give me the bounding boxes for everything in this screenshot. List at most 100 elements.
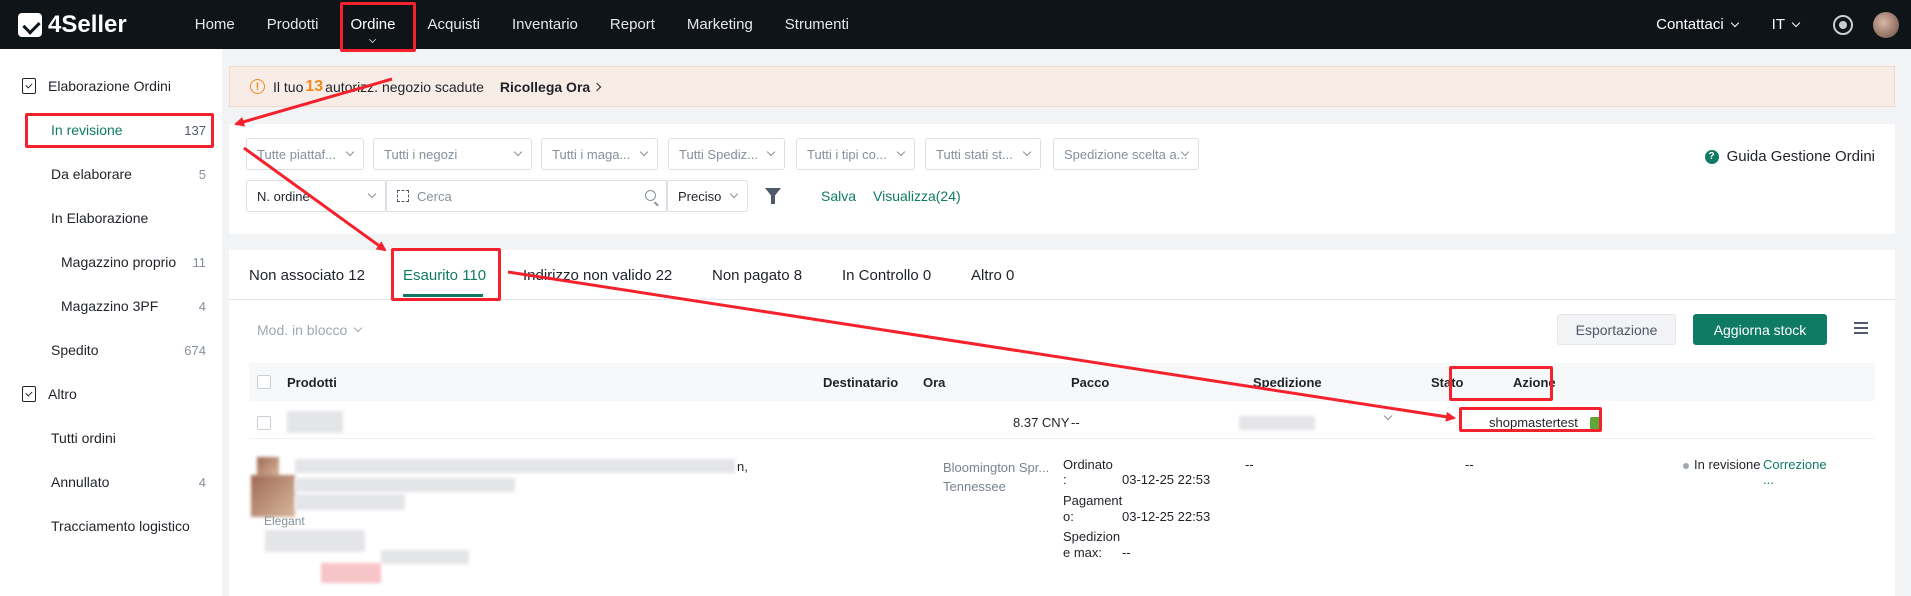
search-input[interactable]: Cerca xyxy=(386,180,667,212)
sidebar-item-tracking[interactable]: Tracciamento logistico xyxy=(0,504,222,548)
redacted-shipping-method xyxy=(1239,416,1315,430)
tab-unpaid[interactable]: Non pagato 8 xyxy=(712,267,802,284)
col-package: Pacco xyxy=(1071,375,1110,390)
order-summary-row: 8.37 CNY -- shopmastertest xyxy=(249,407,1875,439)
recipient-state: Tennessee xyxy=(943,479,1006,494)
filter-panel: Tutte piattaf... Tutti i negozi Tutti i … xyxy=(229,124,1895,234)
scan-icon[interactable] xyxy=(397,190,409,202)
sidebar-item-all-orders[interactable]: Tutti ordini xyxy=(0,416,222,460)
order-field-select[interactable]: N. ordine xyxy=(246,180,386,212)
col-products: Prodotti xyxy=(287,375,337,390)
nav-marketing[interactable]: Marketing xyxy=(671,0,769,49)
redacted-order-id xyxy=(287,411,343,433)
sidebar-group-other[interactable]: Altro xyxy=(0,372,222,416)
avatar[interactable] xyxy=(1873,11,1899,38)
nav-inventory[interactable]: Inventario xyxy=(496,0,594,49)
export-button[interactable]: Esportazione xyxy=(1557,314,1676,345)
nav-purchases[interactable]: Acquisti xyxy=(411,0,496,49)
select-all-checkbox[interactable] xyxy=(257,375,271,389)
shop-name-label: shopmastertest xyxy=(1489,415,1578,430)
chevron-down-icon[interactable] xyxy=(1383,411,1393,421)
tab-invalid-address[interactable]: Indirizzo non valido 22 xyxy=(523,267,672,284)
nav-tools[interactable]: Strumenti xyxy=(769,0,865,49)
order-amount: 8.37 CNY xyxy=(1013,415,1070,430)
state-select-value: Tutti stati st... xyxy=(936,146,1013,162)
sidebar-item-shipped[interactable]: Spedito 674 xyxy=(0,328,222,372)
sidebar-item-label: Tutti ordini xyxy=(51,430,116,446)
sidebar-item-in-progress[interactable]: In Elaborazione xyxy=(0,196,222,240)
row-checkbox[interactable] xyxy=(257,416,271,430)
logo-icon xyxy=(18,12,42,37)
chosen-shipping-select-value: Spedizione scelta a... xyxy=(1064,146,1188,162)
nav-home[interactable]: Home xyxy=(179,0,251,49)
correction-link[interactable]: Correzione xyxy=(1763,457,1827,472)
sidebar-group-label: Altro xyxy=(48,386,77,402)
sidebar-item-in-review[interactable]: In revisione 137 xyxy=(0,108,222,152)
sidebar-item-to-process[interactable]: Da elaborare 5 xyxy=(0,152,222,196)
shipping-select[interactable]: Tutti Spediz... xyxy=(668,138,785,170)
language-menu[interactable]: IT xyxy=(1772,16,1801,33)
tab-unassociated[interactable]: Non associato 12 xyxy=(249,267,365,284)
sidebar-item-cancelled[interactable]: Annullato 4 xyxy=(0,460,222,504)
order-guide-link[interactable]: ? Guida Gestione Ordini xyxy=(1704,148,1875,165)
shipping-select-value: Tutti Spediz... xyxy=(679,146,758,162)
contact-menu[interactable]: Contattaci xyxy=(1656,16,1739,33)
platform-select[interactable]: Tutte piattaf... xyxy=(246,138,364,170)
ordered-label-colon: : xyxy=(1063,472,1067,487)
ordered-label: Ordinato xyxy=(1063,457,1113,472)
search-icon[interactable] xyxy=(645,190,656,201)
nav-products[interactable]: Prodotti xyxy=(251,0,335,49)
recipient-city: Bloomington Spr... xyxy=(943,460,1050,475)
redacted-product-qty xyxy=(381,550,469,564)
store-select[interactable]: Tutti i negozi xyxy=(373,138,532,170)
tab-in-control[interactable]: In Controllo 0 xyxy=(842,267,931,284)
status-label: In revisione xyxy=(1694,457,1761,472)
search-placeholder: Cerca xyxy=(417,188,452,204)
more-actions-link[interactable]: ... xyxy=(1763,472,1774,487)
contact-label: Contattaci xyxy=(1656,16,1724,33)
expired-auth-banner: ! Il tuo 13 autorizz. negozio scadute Ri… xyxy=(229,66,1895,107)
sidebar-item-label: Magazzino 3PF xyxy=(61,298,159,314)
match-select[interactable]: Preciso xyxy=(667,180,748,212)
orders-panel: Non associato 12 Esaurito 110 Indirizzo … xyxy=(229,250,1895,596)
order-package-summary: -- xyxy=(1071,415,1080,430)
sidebar-item-3pf-warehouse[interactable]: Magazzino 3PF 4 xyxy=(0,284,222,328)
bulk-edit-menu[interactable]: Mod. in blocco xyxy=(257,322,363,338)
chevron-right-icon xyxy=(592,82,602,91)
nav-order[interactable]: Ordine xyxy=(334,0,411,49)
type-select-value: Tutti i tipi co... xyxy=(807,146,887,162)
nav-report[interactable]: Report xyxy=(594,0,671,49)
warehouse-select[interactable]: Tutti i maga... xyxy=(541,138,658,170)
chevron-down-icon xyxy=(1791,18,1801,27)
sidebar-item-own-warehouse[interactable]: Magazzino proprio 11 xyxy=(0,240,222,284)
chevron-down-icon xyxy=(1730,18,1739,27)
max-shipping-time: -- xyxy=(1122,545,1131,560)
redacted-product-title xyxy=(295,478,515,492)
save-filter-link[interactable]: Salva xyxy=(821,188,856,204)
col-shipping: Spedizione xyxy=(1253,375,1322,390)
status-badge: In revisione xyxy=(1683,457,1760,472)
tab-out-of-stock[interactable]: Esaurito 110 xyxy=(403,267,486,284)
state-select[interactable]: Tutti stati st... xyxy=(925,138,1041,170)
bulk-edit-label: Mod. in blocco xyxy=(257,322,348,338)
filter-icon[interactable] xyxy=(765,188,781,204)
ordered-time: 03-12-25 22:53 xyxy=(1122,472,1211,487)
product-title-word: Elegant xyxy=(264,514,305,528)
update-stock-button[interactable]: Aggiorna stock xyxy=(1693,314,1827,345)
chevron-down-icon xyxy=(369,36,376,43)
view-filters-link[interactable]: Visualizza(24) xyxy=(873,188,961,204)
chevron-down-icon xyxy=(345,147,355,157)
shopify-icon xyxy=(1589,417,1602,431)
columns-settings-icon[interactable] xyxy=(1854,322,1868,334)
col-time: Ora xyxy=(923,375,946,390)
chevron-down-icon xyxy=(513,147,523,157)
tab-other[interactable]: Altro 0 xyxy=(971,267,1014,284)
sidebar-item-label: Tracciamento logistico xyxy=(51,518,190,534)
chosen-shipping-select[interactable]: Spedizione scelta a... xyxy=(1053,138,1199,170)
sidebar-group-order-processing[interactable]: Elaborazione Ordini xyxy=(0,64,222,108)
gear-icon[interactable] xyxy=(1833,14,1853,35)
app-logo[interactable]: 4Seller xyxy=(18,11,127,39)
relink-link[interactable]: Ricollega Ora xyxy=(500,79,602,95)
top-right-actions: Contattaci IT xyxy=(1656,0,1911,49)
type-select[interactable]: Tutti i tipi co... xyxy=(796,138,915,170)
